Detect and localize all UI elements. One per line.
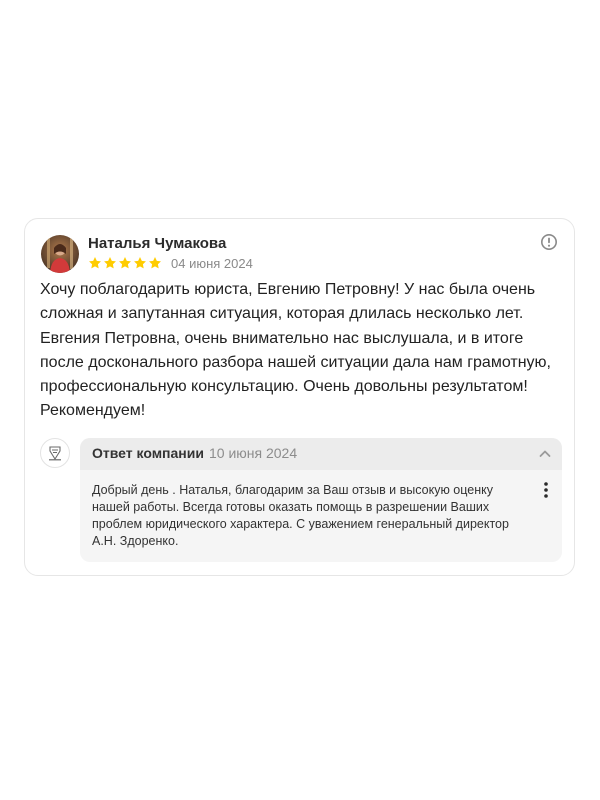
review-text: Хочу поблагодарить юриста, Евгению Петро… [40, 281, 551, 420]
star-icon [104, 257, 116, 269]
star-icon [89, 257, 101, 269]
company-logo[interactable] [40, 438, 70, 468]
author-name[interactable]: Наталья Чумакова [88, 235, 226, 252]
reply-title: Ответ компании [92, 445, 204, 461]
reply-date: 10 июня 2024 [209, 445, 298, 461]
chevron-up-icon[interactable] [538, 447, 552, 461]
star-icon [119, 257, 131, 269]
exclamation-circle-icon[interactable] [540, 233, 558, 251]
review-card: Наталья Чумакова 04 июня 2024 Хочу побла… [24, 218, 575, 576]
star-icon [149, 257, 161, 269]
author-avatar[interactable] [41, 235, 79, 273]
review-date: 04 июня 2024 [171, 256, 253, 271]
reply-text: Добрый день . Наталья, благодарим за Ваш… [92, 483, 509, 548]
company-reply: Ответ компании 10 июня 2024 Добрый день … [80, 438, 562, 562]
rating-stars [88, 256, 162, 272]
star-icon [134, 257, 146, 269]
company-reply-header[interactable]: Ответ компании 10 июня 2024 [80, 438, 562, 470]
more-vertical-icon[interactable] [540, 480, 552, 500]
